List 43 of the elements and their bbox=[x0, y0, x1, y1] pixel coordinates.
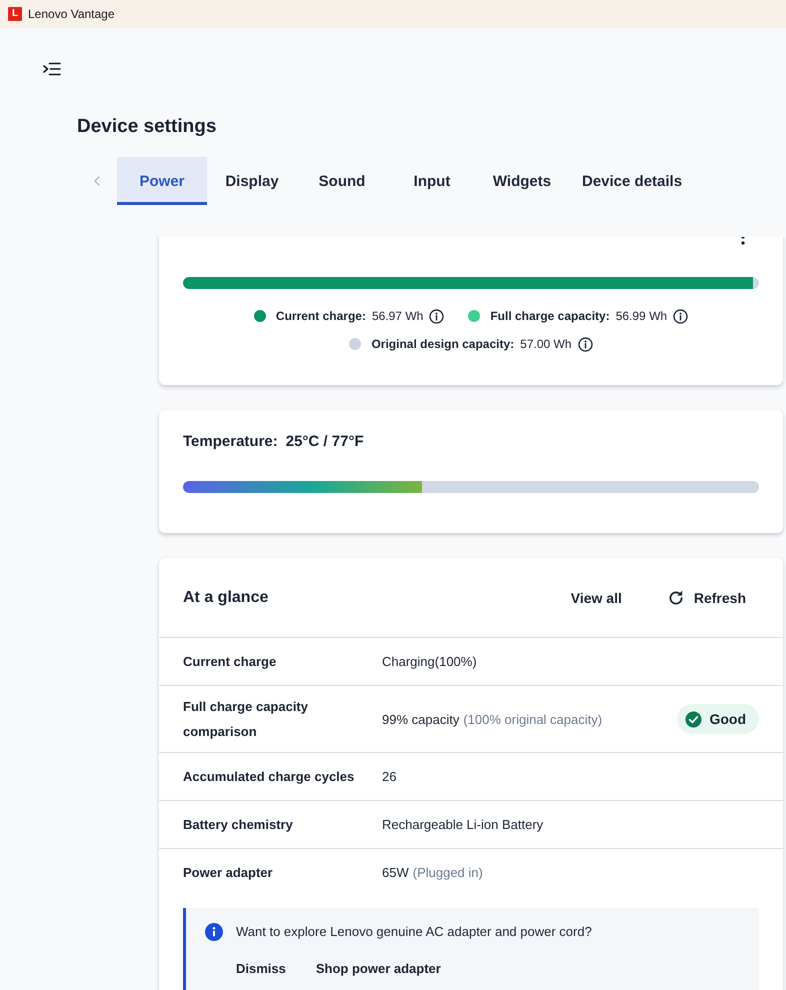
row-label: Full charge capacity comparison bbox=[183, 698, 309, 741]
view-all-button[interactable]: View all bbox=[558, 582, 634, 614]
row-label: Power adapter bbox=[183, 864, 274, 882]
tab[interactable]: Power bbox=[117, 157, 207, 205]
info-icon bbox=[205, 923, 223, 941]
legend-label: Full charge capacity: bbox=[490, 309, 610, 323]
check-circle-icon bbox=[685, 710, 702, 728]
row-label: Battery chemistry bbox=[183, 816, 294, 834]
status-text: Good bbox=[709, 710, 746, 728]
tab[interactable]: Display bbox=[207, 157, 297, 205]
menu-icon[interactable] bbox=[43, 62, 61, 76]
row-note: (100% original capacity) bbox=[463, 710, 602, 729]
info-icon[interactable] bbox=[429, 308, 444, 324]
row-value: 99% capacity bbox=[382, 710, 460, 729]
row-label: Current charge bbox=[183, 653, 278, 671]
legend-label: Current charge: bbox=[276, 309, 366, 323]
legend-value: 57.00 Wh bbox=[520, 337, 572, 351]
text-button[interactable]: Dismiss bbox=[236, 959, 286, 979]
info-icon[interactable] bbox=[673, 308, 688, 324]
tab[interactable]: Sound bbox=[297, 157, 387, 205]
refresh-button[interactable]: Refresh bbox=[656, 582, 758, 614]
banner-text: Want to explore Lenovo genuine AC adapter and power cord? bbox=[236, 923, 592, 941]
row-value: 65W bbox=[382, 864, 409, 882]
text-button[interactable]: Shop power adapter bbox=[316, 959, 441, 979]
tab[interactable]: Input bbox=[387, 157, 477, 205]
tab[interactable]: Device details bbox=[567, 157, 698, 205]
row-value: 26 bbox=[382, 768, 396, 786]
row-note: (Plugged in) bbox=[412, 864, 483, 882]
row-value: Rechargeable Li-ion Battery bbox=[382, 816, 544, 834]
temperature-label: Temperature: bbox=[183, 432, 278, 452]
legend-value: 56.97 Wh bbox=[372, 309, 424, 323]
legend-value: 56.99 Wh bbox=[616, 309, 668, 323]
temperature-value: 25°C / 77°F bbox=[286, 432, 364, 452]
app-logo: L bbox=[8, 7, 22, 21]
info-icon[interactable] bbox=[578, 336, 593, 352]
tab[interactable]: Widgets bbox=[477, 157, 567, 205]
row-value: Charging(100%) bbox=[382, 653, 477, 671]
card-title: At a glance bbox=[183, 588, 268, 608]
legend-label: Original design capacity: bbox=[371, 337, 514, 351]
page-title: Device settings bbox=[77, 115, 216, 139]
row-label: Accumulated charge cycles bbox=[183, 768, 356, 786]
refresh-icon bbox=[668, 590, 684, 606]
window-title: Lenovo Vantage bbox=[28, 7, 115, 21]
